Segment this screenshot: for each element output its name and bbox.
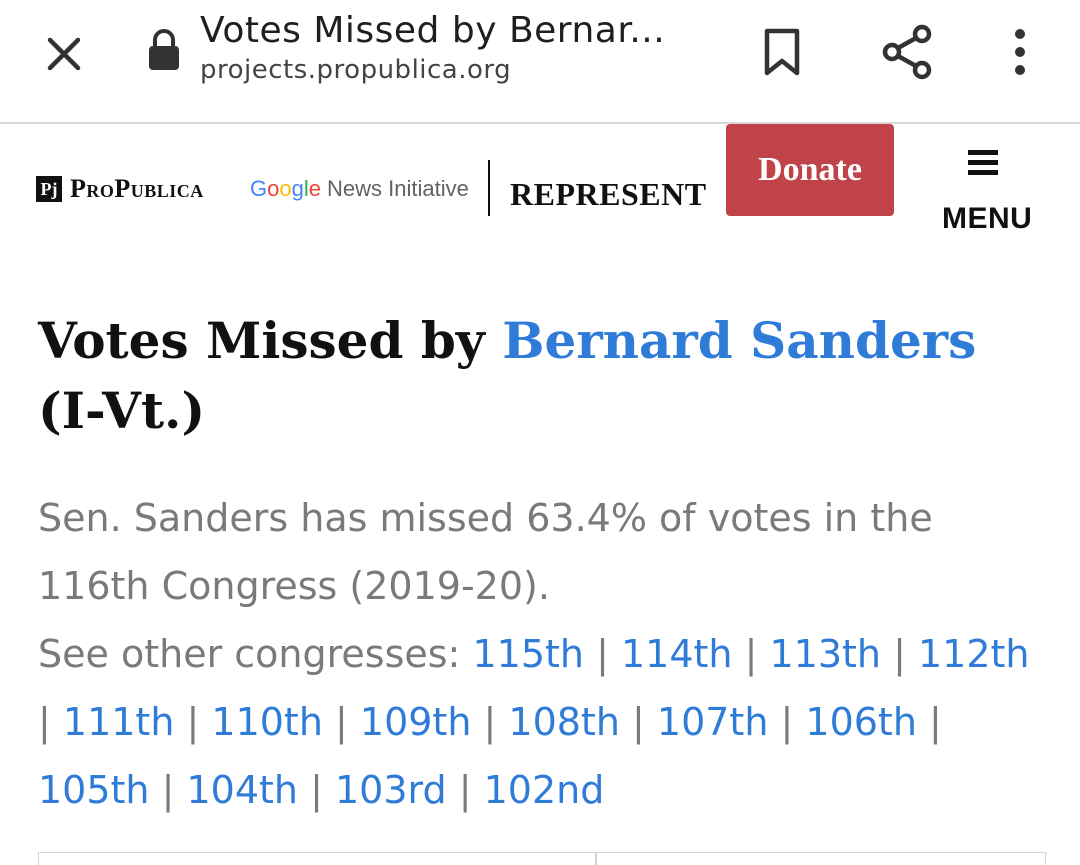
link-separator: | bbox=[916, 700, 942, 744]
news-initiative-text: News Initiative bbox=[327, 176, 469, 201]
propublica-mark-icon: Pj bbox=[36, 176, 62, 202]
bookmark-icon[interactable] bbox=[758, 24, 806, 80]
link-separator: | bbox=[583, 632, 609, 676]
more-options-icon[interactable] bbox=[1000, 24, 1040, 80]
page-address-block[interactable]: Votes Missed by Bernar... projects.propu… bbox=[200, 10, 720, 85]
congress-link-107th[interactable]: 107th bbox=[657, 700, 769, 744]
link-separator: | bbox=[298, 768, 323, 812]
hamburger-icon bbox=[968, 150, 998, 176]
page-heading: Votes Missed by Bernard Sanders (I-Vt.) bbox=[38, 306, 1048, 446]
congress-link-106th[interactable]: 106th bbox=[805, 700, 917, 744]
menu-button[interactable]: MENU bbox=[940, 150, 1050, 240]
link-separator: | bbox=[149, 768, 175, 812]
congress-link-112th[interactable]: 112th bbox=[918, 632, 1030, 676]
summary-block: Sen. Sanders has missed 63.4% of votes i… bbox=[38, 484, 1048, 824]
link-separator: | bbox=[880, 632, 906, 676]
heading-prefix: Votes Missed by bbox=[38, 311, 503, 370]
congress-link-104th[interactable]: 104th bbox=[187, 768, 299, 812]
link-separator: | bbox=[38, 700, 51, 744]
menu-label: MENU bbox=[942, 202, 1033, 235]
table-top-edge bbox=[38, 852, 1046, 865]
google-letter: g bbox=[291, 176, 304, 201]
congress-link-115th[interactable]: 115th bbox=[472, 632, 584, 676]
close-icon[interactable] bbox=[36, 26, 92, 82]
congress-link-108th[interactable]: 108th bbox=[508, 700, 620, 744]
google-letter: o bbox=[267, 176, 280, 201]
link-separator: | bbox=[619, 700, 645, 744]
see-other-label: See other congresses: bbox=[38, 632, 461, 676]
google-wordmark: Google bbox=[250, 176, 321, 202]
congress-link-103rd[interactable]: 103rd bbox=[335, 768, 447, 812]
google-letter: e bbox=[308, 176, 322, 201]
lock-icon bbox=[146, 28, 182, 72]
congress-links: See other congresses: 115th | 114th | 11… bbox=[38, 620, 1048, 824]
senator-name-link[interactable]: Bernard Sanders bbox=[502, 311, 976, 370]
congress-link-105th[interactable]: 105th bbox=[38, 768, 150, 812]
congress-link-111th[interactable]: 111th bbox=[63, 700, 175, 744]
page-url: projects.propublica.org bbox=[200, 55, 512, 85]
link-separator: | bbox=[174, 700, 200, 744]
congress-link-114th[interactable]: 114th bbox=[621, 632, 733, 676]
google-letter: o bbox=[279, 176, 292, 201]
congress-link-109th[interactable]: 109th bbox=[360, 700, 472, 744]
propublica-logo[interactable]: Pj ProPublica bbox=[36, 174, 204, 204]
link-separator: | bbox=[768, 700, 794, 744]
google-letter: G bbox=[250, 176, 268, 201]
share-icon[interactable] bbox=[878, 22, 938, 82]
link-separator: | bbox=[446, 768, 472, 812]
propublica-name: ProPublica bbox=[70, 174, 204, 203]
link-separator: | bbox=[322, 700, 348, 744]
missed-votes-summary: Sen. Sanders has missed 63.4% of votes i… bbox=[38, 496, 933, 608]
google-news-initiative-logo[interactable]: Google News Initiative bbox=[250, 176, 469, 202]
page-title: Votes Missed by Bernar... bbox=[200, 10, 666, 51]
link-separator: | bbox=[732, 632, 758, 676]
header-divider bbox=[488, 160, 490, 216]
heading-suffix: (I-Vt.) bbox=[38, 381, 206, 440]
site-header: Pj ProPublica Google News Initiative REP… bbox=[0, 124, 1080, 256]
donate-button[interactable]: Donate bbox=[726, 124, 894, 216]
link-separator: | bbox=[471, 700, 497, 744]
browser-toolbar: Votes Missed by Bernar... projects.propu… bbox=[0, 0, 1080, 124]
congress-link-102nd[interactable]: 102nd bbox=[484, 768, 605, 812]
congress-link-113th[interactable]: 113th bbox=[769, 632, 881, 676]
represent-title[interactable]: REPRESENT bbox=[510, 176, 707, 213]
congress-link-110th[interactable]: 110th bbox=[211, 700, 323, 744]
